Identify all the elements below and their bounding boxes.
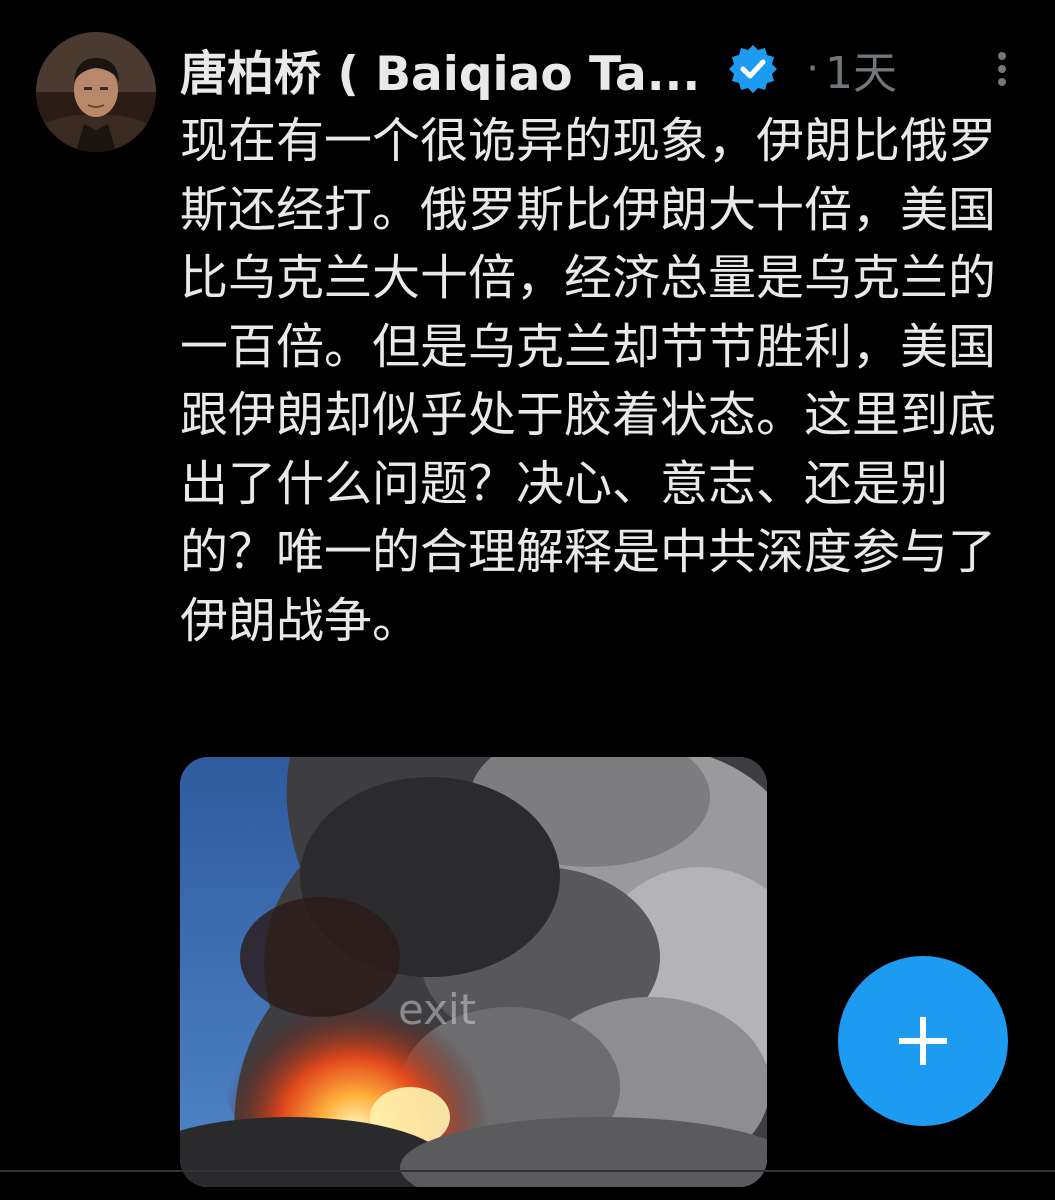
media-watermark: exit bbox=[398, 985, 477, 1034]
tweet-header: 唐柏桥 ( Baiqiao Ta... · 1天 bbox=[180, 34, 1010, 104]
tweet-timestamp[interactable]: 1天 bbox=[825, 37, 897, 101]
tweet-media-image[interactable]: exit bbox=[180, 757, 767, 1187]
verified-badge-icon[interactable] bbox=[726, 42, 780, 96]
avatar[interactable] bbox=[36, 32, 156, 152]
author-display-name[interactable]: 唐柏桥 ( Baiqiao Ta... bbox=[180, 35, 700, 104]
tweet-text: 现在有一个很诡异的现象，伊朗比俄罗斯还经打。俄罗斯比伊朗大十倍，美国比乌克兰大十… bbox=[180, 113, 997, 649]
more-options-icon[interactable] bbox=[992, 44, 1012, 94]
compose-button[interactable] bbox=[838, 956, 1008, 1126]
tweet[interactable]: 唐柏桥 ( Baiqiao Ta... · 1天 现在有一个很诡异的现象，伊朗比… bbox=[0, 0, 1055, 1200]
separator-dot: · bbox=[806, 46, 819, 92]
divider bbox=[0, 1170, 1055, 1172]
plus-icon bbox=[899, 1017, 947, 1065]
